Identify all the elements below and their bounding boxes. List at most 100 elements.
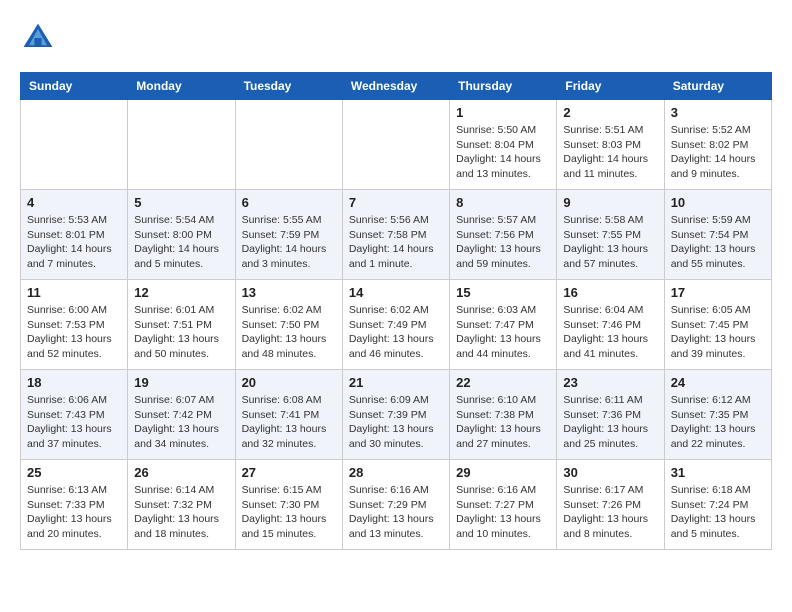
- week-row-1: 1 Sunrise: 5:50 AMSunset: 8:04 PMDaylight…: [21, 100, 772, 190]
- day-number: 17: [671, 285, 765, 300]
- week-row-2: 4 Sunrise: 5:53 AMSunset: 8:01 PMDaylight…: [21, 190, 772, 280]
- weekday-header-thursday: Thursday: [450, 73, 557, 100]
- day-info: Sunrise: 5:50 AMSunset: 8:04 PMDaylight:…: [456, 123, 550, 182]
- day-info: Sunrise: 6:11 AMSunset: 7:36 PMDaylight:…: [563, 393, 657, 452]
- day-number: 7: [349, 195, 443, 210]
- logo: [20, 20, 62, 56]
- day-cell-31: 31 Sunrise: 6:18 AMSunset: 7:24 PMDayligh…: [664, 460, 771, 550]
- day-cell-5: 5 Sunrise: 5:54 AMSunset: 8:00 PMDaylight…: [128, 190, 235, 280]
- day-cell-3: 3 Sunrise: 5:52 AMSunset: 8:02 PMDaylight…: [664, 100, 771, 190]
- empty-cell: [235, 100, 342, 190]
- day-cell-17: 17 Sunrise: 6:05 AMSunset: 7:45 PMDayligh…: [664, 280, 771, 370]
- day-info: Sunrise: 5:57 AMSunset: 7:56 PMDaylight:…: [456, 213, 550, 272]
- day-cell-21: 21Sunrise: 6:09 AMSunset: 7:39 PMDayligh…: [342, 370, 449, 460]
- day-info: Sunrise: 6:07 AMSunset: 7:42 PMDaylight:…: [134, 393, 228, 452]
- day-cell-30: 30 Sunrise: 6:17 AMSunset: 7:26 PMDayligh…: [557, 460, 664, 550]
- day-number: 16: [563, 285, 657, 300]
- day-info: Sunrise: 5:56 AMSunset: 7:58 PMDaylight:…: [349, 213, 443, 272]
- day-number: 27: [242, 465, 336, 480]
- day-info: Sunrise: 6:01 AMSunset: 7:51 PMDaylight:…: [134, 303, 228, 362]
- day-number: 14: [349, 285, 443, 300]
- weekday-header-tuesday: Tuesday: [235, 73, 342, 100]
- day-cell-15: 15 Sunrise: 6:03 AMSunset: 7:47 PMDayligh…: [450, 280, 557, 370]
- day-number: 4: [27, 195, 121, 210]
- day-info: Sunrise: 6:00 AMSunset: 7:53 PMDaylight:…: [27, 303, 121, 362]
- day-info: Sunrise: 6:13 AMSunset: 7:33 PMDaylight:…: [27, 483, 121, 542]
- day-number: 15: [456, 285, 550, 300]
- weekday-header-sunday: Sunday: [21, 73, 128, 100]
- day-info: Sunrise: 6:15 AMSunset: 7:30 PMDaylight:…: [242, 483, 336, 542]
- day-number: 1: [456, 105, 550, 120]
- day-number: 26: [134, 465, 228, 480]
- day-cell-27: 27 Sunrise: 6:15 AMSunset: 7:30 PMDayligh…: [235, 460, 342, 550]
- day-cell-7: 7 Sunrise: 5:56 AMSunset: 7:58 PMDaylight…: [342, 190, 449, 280]
- day-info: Sunrise: 6:03 AMSunset: 7:47 PMDaylight:…: [456, 303, 550, 362]
- day-number: 24: [671, 375, 765, 390]
- day-number: 11: [27, 285, 121, 300]
- day-info: Sunrise: 6:02 AMSunset: 7:50 PMDaylight:…: [242, 303, 336, 362]
- weekday-header-row: SundayMondayTuesdayWednesdayThursdayFrid…: [21, 73, 772, 100]
- day-cell-4: 4 Sunrise: 5:53 AMSunset: 8:01 PMDaylight…: [21, 190, 128, 280]
- day-info: Sunrise: 6:17 AMSunset: 7:26 PMDaylight:…: [563, 483, 657, 542]
- calendar: SundayMondayTuesdayWednesdayThursdayFrid…: [20, 72, 772, 550]
- day-info: Sunrise: 5:53 AMSunset: 8:01 PMDaylight:…: [27, 213, 121, 272]
- day-number: 20: [242, 375, 336, 390]
- day-cell-13: 13 Sunrise: 6:02 AMSunset: 7:50 PMDayligh…: [235, 280, 342, 370]
- day-info: Sunrise: 5:54 AMSunset: 8:00 PMDaylight:…: [134, 213, 228, 272]
- day-cell-12: 12Sunrise: 6:01 AMSunset: 7:51 PMDayligh…: [128, 280, 235, 370]
- day-info: Sunrise: 6:08 AMSunset: 7:41 PMDaylight:…: [242, 393, 336, 452]
- day-cell-6: 6 Sunrise: 5:55 AMSunset: 7:59 PMDaylight…: [235, 190, 342, 280]
- day-info: Sunrise: 5:52 AMSunset: 8:02 PMDaylight:…: [671, 123, 765, 182]
- day-number: 19: [134, 375, 228, 390]
- weekday-header-saturday: Saturday: [664, 73, 771, 100]
- day-info: Sunrise: 6:04 AMSunset: 7:46 PMDaylight:…: [563, 303, 657, 362]
- day-cell-10: 10 Sunrise: 5:59 AMSunset: 7:54 PMDayligh…: [664, 190, 771, 280]
- day-cell-26: 26 Sunrise: 6:14 AMSunset: 7:32 PMDayligh…: [128, 460, 235, 550]
- week-row-5: 25 Sunrise: 6:13 AMSunset: 7:33 PMDayligh…: [21, 460, 772, 550]
- day-info: Sunrise: 5:55 AMSunset: 7:59 PMDaylight:…: [242, 213, 336, 272]
- day-info: Sunrise: 6:05 AMSunset: 7:45 PMDaylight:…: [671, 303, 765, 362]
- day-number: 22: [456, 375, 550, 390]
- day-cell-24: 24 Sunrise: 6:12 AMSunset: 7:35 PMDayligh…: [664, 370, 771, 460]
- day-number: 31: [671, 465, 765, 480]
- empty-cell: [342, 100, 449, 190]
- weekday-header-monday: Monday: [128, 73, 235, 100]
- day-info: Sunrise: 6:10 AMSunset: 7:38 PMDaylight:…: [456, 393, 550, 452]
- day-cell-19: 19 Sunrise: 6:07 AMSunset: 7:42 PMDayligh…: [128, 370, 235, 460]
- weekday-header-wednesday: Wednesday: [342, 73, 449, 100]
- day-info: Sunrise: 6:02 AMSunset: 7:49 PMDaylight:…: [349, 303, 443, 362]
- week-row-3: 11 Sunrise: 6:00 AMSunset: 7:53 PMDayligh…: [21, 280, 772, 370]
- day-number: 6: [242, 195, 336, 210]
- day-cell-2: 2 Sunrise: 5:51 AMSunset: 8:03 PMDaylight…: [557, 100, 664, 190]
- day-info: Sunrise: 6:16 AMSunset: 7:29 PMDaylight:…: [349, 483, 443, 542]
- day-info: Sunrise: 6:12 AMSunset: 7:35 PMDaylight:…: [671, 393, 765, 452]
- day-number: 3: [671, 105, 765, 120]
- day-cell-9: 9Sunrise: 5:58 AMSunset: 7:55 PMDaylight…: [557, 190, 664, 280]
- day-info: Sunrise: 6:14 AMSunset: 7:32 PMDaylight:…: [134, 483, 228, 542]
- day-number: 13: [242, 285, 336, 300]
- page-header: [20, 20, 772, 56]
- day-cell-23: 23 Sunrise: 6:11 AMSunset: 7:36 PMDayligh…: [557, 370, 664, 460]
- day-number: 10: [671, 195, 765, 210]
- logo-icon: [20, 20, 56, 56]
- day-info: Sunrise: 5:59 AMSunset: 7:54 PMDaylight:…: [671, 213, 765, 272]
- day-info: Sunrise: 5:51 AMSunset: 8:03 PMDaylight:…: [563, 123, 657, 182]
- day-info: Sunrise: 6:18 AMSunset: 7:24 PMDaylight:…: [671, 483, 765, 542]
- day-info: Sunrise: 6:06 AMSunset: 7:43 PMDaylight:…: [27, 393, 121, 452]
- day-cell-16: 16 Sunrise: 6:04 AMSunset: 7:46 PMDayligh…: [557, 280, 664, 370]
- day-number: 23: [563, 375, 657, 390]
- day-cell-18: 18 Sunrise: 6:06 AMSunset: 7:43 PMDayligh…: [21, 370, 128, 460]
- weekday-header-friday: Friday: [557, 73, 664, 100]
- day-number: 2: [563, 105, 657, 120]
- day-number: 5: [134, 195, 228, 210]
- day-number: 21: [349, 375, 443, 390]
- day-number: 18: [27, 375, 121, 390]
- day-cell-1: 1 Sunrise: 5:50 AMSunset: 8:04 PMDaylight…: [450, 100, 557, 190]
- week-row-4: 18 Sunrise: 6:06 AMSunset: 7:43 PMDayligh…: [21, 370, 772, 460]
- day-number: 29: [456, 465, 550, 480]
- day-number: 30: [563, 465, 657, 480]
- day-number: 9: [563, 195, 657, 210]
- day-number: 25: [27, 465, 121, 480]
- day-cell-8: 8Sunrise: 5:57 AMSunset: 7:56 PMDaylight…: [450, 190, 557, 280]
- day-cell-28: 28Sunrise: 6:16 AMSunset: 7:29 PMDayligh…: [342, 460, 449, 550]
